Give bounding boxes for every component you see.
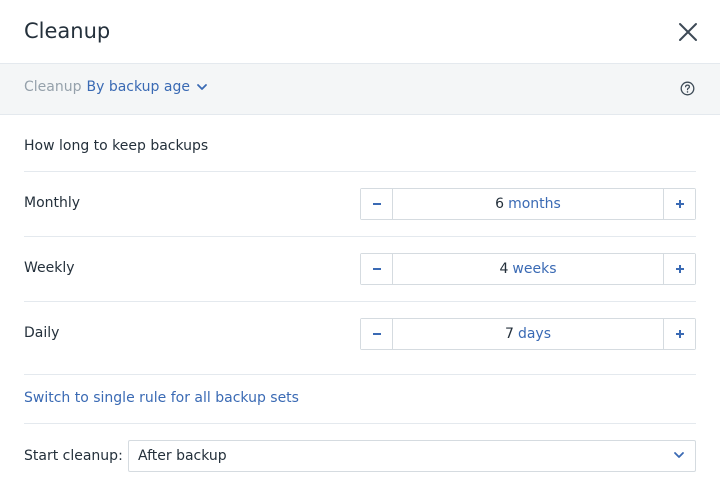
divider: [24, 171, 696, 172]
section-heading: How long to keep backups: [24, 138, 209, 154]
close-icon: [679, 23, 697, 41]
weekly-unit: weeks: [512, 261, 557, 277]
row-label-monthly: Monthly: [24, 195, 81, 211]
daily-decrement-button[interactable]: [361, 319, 393, 349]
weekly-decrement-button[interactable]: [361, 254, 393, 284]
monthly-decrement-button[interactable]: [361, 189, 393, 219]
divider: [24, 236, 696, 237]
divider: [24, 374, 696, 375]
weekly-number: 4: [499, 261, 509, 277]
plus-icon: [675, 200, 684, 208]
monthly-value[interactable]: 6 months: [393, 189, 663, 219]
start-cleanup-label: Start cleanup:: [24, 448, 123, 464]
close-button[interactable]: [674, 18, 702, 46]
start-cleanup-select[interactable]: After backup: [128, 440, 696, 472]
daily-number: 7: [505, 326, 514, 342]
minus-icon: [372, 203, 381, 205]
cleanup-mode-dropdown[interactable]: By backup age: [87, 79, 208, 95]
weekly-stepper[interactable]: 4 weeks: [360, 253, 696, 285]
daily-unit: days: [517, 326, 551, 342]
row-label-daily: Daily: [24, 325, 60, 341]
chevron-down-icon: [674, 452, 684, 458]
monthly-number: 6: [495, 196, 505, 212]
dialog-header: Cleanup: [0, 0, 720, 64]
row-label-weekly: Weekly: [24, 260, 75, 276]
monthly-unit: months: [508, 196, 561, 212]
cleanup-mode-value: By backup age: [86, 79, 190, 95]
weekly-value[interactable]: 4 weeks: [393, 254, 663, 284]
cleanup-mode-bar: Cleanup By backup age: [0, 64, 720, 115]
chevron-down-icon: [197, 84, 207, 90]
plus-icon: [675, 330, 684, 338]
daily-value[interactable]: 7 days: [393, 319, 663, 349]
dialog-title: Cleanup: [24, 19, 111, 43]
daily-stepper[interactable]: 7 days: [360, 318, 696, 350]
plus-icon: [675, 265, 684, 273]
minus-icon: [372, 333, 381, 335]
daily-increment-button[interactable]: [663, 319, 695, 349]
minus-icon: [372, 268, 381, 270]
help-button[interactable]: [680, 81, 695, 96]
monthly-stepper[interactable]: 6 months: [360, 188, 696, 220]
monthly-increment-button[interactable]: [663, 189, 695, 219]
start-cleanup-value: After backup: [138, 448, 227, 464]
cleanup-mode-prefix: Cleanup: [24, 79, 82, 95]
weekly-increment-button[interactable]: [663, 254, 695, 284]
help-circle-icon: [680, 81, 695, 96]
switch-single-rule-link[interactable]: Switch to single rule for all backup set…: [24, 390, 299, 406]
divider: [24, 423, 696, 424]
divider: [24, 301, 696, 302]
